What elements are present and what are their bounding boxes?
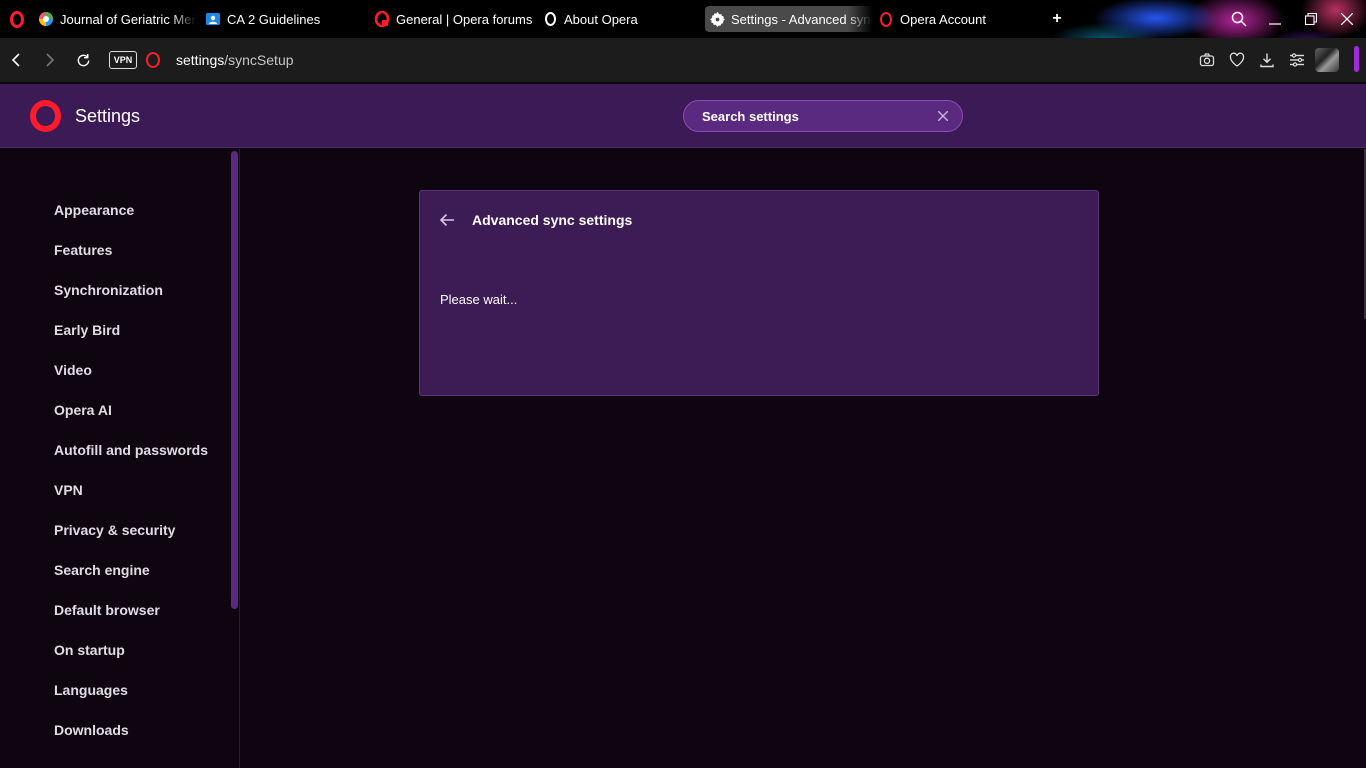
restore-icon [1305, 13, 1317, 25]
close-icon [1341, 13, 1353, 25]
sidebar-item-autofill[interactable]: Autofill and passwords [54, 440, 208, 460]
opera-site-icon [146, 52, 160, 73]
tab-label: Journal of Geriatric Mental Health [60, 11, 196, 27]
reload-icon [77, 53, 89, 66]
gear-icon [709, 11, 725, 27]
url-path: /syncSetup [224, 52, 294, 68]
page-title: Settings [75, 106, 141, 126]
arrow-right-icon [46, 53, 55, 67]
sidebar-item-vpn[interactable]: VPN [54, 480, 83, 500]
back-button[interactable] [6, 49, 28, 71]
tab-settings-advanced-sync[interactable]: Settings - Advanced sync settings [705, 6, 873, 32]
search-settings-box [683, 100, 963, 132]
sidebar-item-downloads[interactable]: Downloads [54, 720, 129, 740]
tab-opera-forums[interactable]: General | Opera forums [370, 6, 535, 32]
sidebar-item-early-bird[interactable]: Early Bird [54, 320, 120, 340]
settings-menu-icon [1290, 53, 1304, 67]
tab-label: General | Opera forums [396, 11, 533, 27]
tab-search-button[interactable] [1227, 8, 1251, 30]
download-icon [1260, 53, 1274, 68]
restore-button[interactable] [1299, 8, 1323, 30]
tab-ca2-guidelines[interactable]: CA 2 Guidelines [201, 6, 366, 32]
sidebar-item-on-startup[interactable]: On startup [54, 640, 125, 660]
clear-search-button[interactable] [936, 109, 950, 123]
bookmarks-button[interactable] [1227, 50, 1247, 70]
colorful-circle-icon [38, 11, 54, 27]
sidebar-item-search-engine[interactable]: Search engine [54, 560, 150, 580]
sidebar-scrollbar[interactable] [231, 151, 238, 609]
google-classroom-icon [205, 11, 221, 27]
sidebar-item-appearance[interactable]: Appearance [54, 200, 134, 220]
back-button[interactable] [438, 211, 456, 229]
close-icon [938, 111, 948, 121]
search-input[interactable] [702, 108, 922, 124]
address-bar: VPN settings/syncSetup [0, 38, 1366, 82]
tab-label: CA 2 Guidelines [227, 11, 321, 27]
sidebar-item-default-browser[interactable]: Default browser [54, 600, 160, 620]
reload-button[interactable] [72, 49, 94, 71]
sidebar-toggle-handle[interactable] [1354, 46, 1359, 72]
minimize-button[interactable] [1263, 8, 1287, 30]
tab-label: About Opera [564, 11, 638, 27]
arrow-left-icon [11, 53, 20, 67]
downloads-button[interactable] [1257, 50, 1277, 70]
sidebar-item-video[interactable]: Video [54, 360, 92, 380]
heart-icon [1229, 52, 1245, 67]
loading-status-text: Please wait... [440, 292, 518, 307]
sidebar-item-privacy[interactable]: Privacy & security [54, 520, 175, 540]
arrow-left-icon [439, 213, 454, 227]
url-host: settings [176, 52, 225, 68]
opera-icon [878, 11, 894, 27]
opera-logo-icon [30, 100, 61, 137]
tab-strip: Journal of Geriatric Mental Health CA 2 … [0, 0, 1366, 38]
close-window-button[interactable] [1335, 8, 1359, 30]
opera-logo-icon [10, 10, 24, 28]
profile-avatar[interactable] [1315, 48, 1339, 72]
url-field[interactable]: settings/syncSetup [176, 52, 294, 68]
tab-about-opera[interactable]: About Opera [538, 6, 703, 32]
opera-icon [542, 11, 558, 27]
settings-main: Advanced sync settings Please wait... [241, 149, 1366, 768]
settings-sidebar: Appearance Features Synchronization Earl… [0, 149, 240, 768]
tab-opera-account[interactable]: Opera Account [874, 6, 1039, 32]
vpn-badge-button[interactable]: VPN [109, 51, 137, 69]
sidebar-item-languages[interactable]: Languages [54, 680, 128, 700]
opera-forums-icon [374, 11, 390, 27]
camera-icon [1199, 53, 1215, 67]
forward-button[interactable] [38, 49, 60, 71]
advanced-sync-card: Advanced sync settings Please wait... [419, 190, 1099, 396]
card-title: Advanced sync settings [472, 212, 633, 228]
snapshot-button[interactable] [1197, 50, 1217, 70]
sidebar-item-synchronization[interactable]: Synchronization [54, 280, 163, 300]
search-icon [1231, 11, 1247, 27]
settings-header: Settings [0, 84, 1366, 148]
minimize-icon [1269, 23, 1281, 25]
new-tab-button[interactable]: + [1049, 11, 1065, 27]
sidebar-item-features[interactable]: Features [54, 240, 112, 260]
opera-menu-button[interactable] [6, 8, 28, 30]
tab-label: Opera Account [900, 11, 986, 27]
tab-journal[interactable]: Journal of Geriatric Mental Health [34, 6, 196, 32]
tab-label: Settings - Advanced sync settings [731, 11, 873, 27]
sidebar-item-opera-ai[interactable]: Opera AI [54, 400, 112, 420]
easy-setup-button[interactable] [1287, 50, 1307, 70]
